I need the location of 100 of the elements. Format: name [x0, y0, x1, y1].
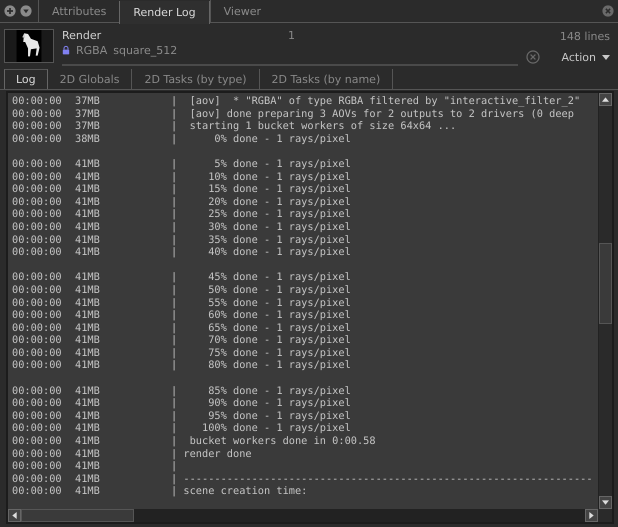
log-time: 00:00:00 [12, 132, 63, 146]
log-message: | 85% done - 1 rays/pixel [171, 384, 351, 398]
log-message: | scene creation time: [171, 485, 308, 498]
log-memory: 41MB [75, 208, 101, 221]
frame-number: 1 [288, 28, 295, 42]
close-icon[interactable] [602, 5, 614, 17]
log-memory: 41MB [75, 183, 101, 196]
log-time: 00:00:00 [12, 108, 63, 120]
scroll-right-icon[interactable] [585, 509, 598, 522]
log-time: 00:00:00 [12, 384, 63, 398]
log-memory: 41MB [75, 271, 101, 284]
log-time: 00:00:00 [12, 296, 63, 310]
log-message: | 75% done - 1 rays/pixel [171, 346, 351, 360]
log-memory: 41MB [75, 410, 101, 422]
panel-tab[interactable]: Viewer [210, 0, 274, 22]
log-time: 00:00:00 [12, 284, 63, 296]
log-memory: 41MB [75, 284, 101, 296]
log-memory: 41MB [75, 158, 101, 171]
dropdown-icon[interactable] [20, 5, 32, 17]
log-time: 00:00:00 [12, 309, 63, 322]
cancel-icon[interactable] [526, 50, 540, 64]
log-time: 00:00:00 [12, 158, 63, 171]
log-time: 00:00:00 [12, 435, 63, 448]
log-memory: 41MB [75, 460, 101, 473]
log-memory: 41MB [75, 170, 101, 184]
log-message: | 40% done - 1 rays/pixel [171, 246, 351, 259]
log-message: | 20% done - 1 rays/pixel [171, 196, 351, 208]
log-message: | 10% done - 1 rays/pixel [171, 170, 351, 184]
log-message: | [aov] * "RGBA" of type RGBA filtered by "interactive_filter_2" [171, 95, 580, 108]
log-message: | 0% done - 1 rays/pixel [171, 132, 351, 146]
add-icon[interactable] [4, 5, 16, 17]
log-memory: 41MB [75, 422, 101, 436]
log-memory: 41MB [75, 472, 101, 486]
log-time: 00:00:00 [12, 422, 63, 436]
log-message: | 70% done - 1 rays/pixel [171, 334, 351, 347]
log-memory: 41MB [75, 397, 101, 410]
panel-tab[interactable]: Render Log [119, 0, 210, 24]
log-message: | ------------------------------------------------------------------ [171, 472, 593, 486]
log-time: 00:00:00 [12, 183, 63, 196]
log-tab[interactable]: 2D Tasks (by name) [260, 69, 394, 89]
log-time: 00:00:00 [12, 359, 63, 372]
log-time: 00:00:00 [12, 334, 63, 347]
scroll-up-icon[interactable] [599, 93, 612, 106]
log-time: 00:00:00 [12, 346, 63, 360]
vertical-scrollbar[interactable] [598, 93, 612, 509]
channel-label: RGBA [76, 44, 108, 56]
log-memory: 41MB [75, 485, 101, 498]
log-message: | [171, 460, 178, 473]
log-message: | 30% done - 1 rays/pixel [171, 220, 351, 234]
log-time: 00:00:00 [12, 234, 63, 246]
log-time: 00:00:00 [12, 246, 63, 259]
log-time: 00:00:00 [12, 460, 63, 473]
log-time: 00:00:00 [12, 170, 63, 184]
log-message: | 60% done - 1 rays/pixel [171, 309, 351, 322]
log-message: | 45% done - 1 rays/pixel [171, 271, 351, 284]
log-time: 00:00:00 [12, 120, 63, 133]
log-message: | 35% done - 1 rays/pixel [171, 234, 351, 246]
log-memory: 41MB [75, 384, 101, 398]
scroll-left-icon[interactable] [8, 509, 21, 522]
log-memory: 41MB [75, 220, 101, 234]
log-time: 00:00:00 [12, 485, 63, 498]
log-message: | [aov] done preparing 3 AOVs for 2 outputs to 2 drivers (0 deep [171, 108, 574, 120]
log-time: 00:00:00 [12, 271, 63, 284]
log-time: 00:00:00 [12, 397, 63, 410]
log-memory: 41MB [75, 296, 101, 310]
scroll-thumb[interactable] [599, 242, 612, 324]
log-memory: 37MB [75, 120, 101, 133]
log-memory: 41MB [75, 309, 101, 322]
image-name: square_512 [113, 44, 178, 56]
log-message: | 55% done - 1 rays/pixel [171, 296, 351, 310]
log-memory: 41MB [75, 322, 101, 334]
log-time: 00:00:00 [12, 448, 63, 460]
action-menu[interactable]: Action [562, 51, 610, 64]
log-tab[interactable]: 2D Tasks (by type) [132, 69, 260, 89]
log-memory: 41MB [75, 359, 101, 372]
line-count: 148 lines [560, 30, 610, 43]
render-title: Render [62, 28, 102, 42]
log-time: 00:00:00 [12, 208, 63, 221]
log-memory: 41MB [75, 246, 101, 259]
log-time: 00:00:00 [12, 220, 63, 234]
log-memory: 38MB [75, 132, 101, 146]
log-memory: 41MB [75, 346, 101, 360]
log-message: | 15% done - 1 rays/pixel [171, 183, 351, 196]
log-message: | 5% done - 1 rays/pixel [171, 158, 351, 171]
scroll-down-icon[interactable] [599, 496, 612, 509]
log-tab[interactable]: Log [4, 69, 48, 89]
horizontal-scrollbar[interactable] [8, 509, 598, 522]
log-time: 00:00:00 [12, 95, 63, 108]
log-memory: 41MB [75, 334, 101, 347]
scroll-thumb[interactable] [21, 509, 134, 522]
log-message: | render done [171, 448, 252, 460]
log-time: 00:00:00 [12, 410, 63, 422]
log-memory: 41MB [75, 435, 101, 448]
log-tab[interactable]: 2D Globals [48, 69, 132, 89]
caret-icon [602, 55, 610, 60]
log-memory: 41MB [75, 448, 101, 460]
log-time: 00:00:00 [12, 196, 63, 208]
lock-icon[interactable] [62, 45, 70, 55]
log-memory: 37MB [75, 108, 101, 120]
log-message: | starting 1 bucket workers of size 64x64 ... [171, 120, 456, 133]
